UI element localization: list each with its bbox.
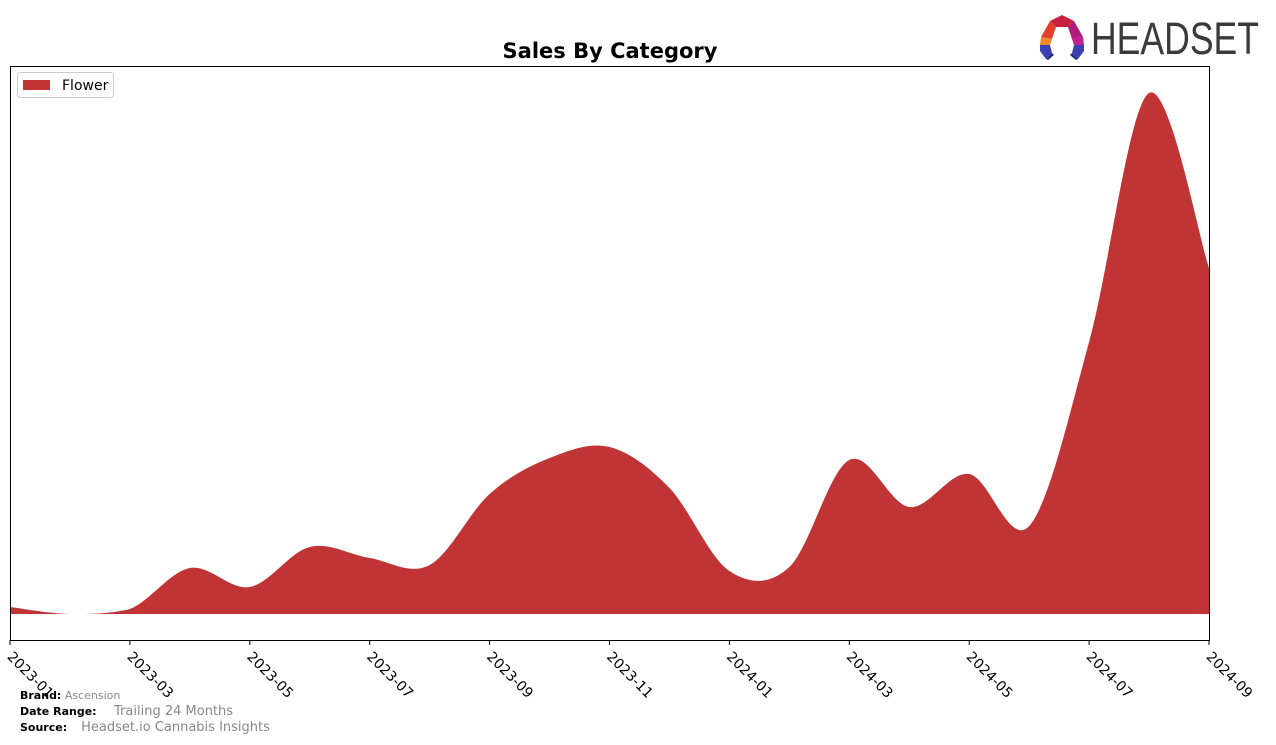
date-range-label: Date Range: xyxy=(20,705,97,718)
headset-logo-icon xyxy=(1040,15,1084,60)
legend-swatch-flower xyxy=(23,80,50,90)
sales-chart: Sales By Category 2023-01 2023-03 2023-05 2… xyxy=(4,13,1259,702)
x-tick-label: 2023-03 xyxy=(124,649,177,702)
x-tick-label: 2023-11 xyxy=(603,649,656,702)
brand-label: Brand: xyxy=(20,689,62,702)
source-label: Source: xyxy=(20,721,68,734)
x-tick-label: 2024-01 xyxy=(723,649,776,702)
x-tick-label: 2023-07 xyxy=(363,649,416,702)
source-value: Headset.io Cannabis Insights xyxy=(81,720,270,735)
legend-label-flower: Flower xyxy=(62,78,109,94)
x-tick-label: 2024-09 xyxy=(1203,649,1256,702)
footer-source: Source: Headset.io Cannabis Insights xyxy=(20,720,270,736)
date-range-value: Trailing 24 Months xyxy=(114,704,234,719)
headset-logo: HEADSET xyxy=(1040,13,1259,64)
footer-date-range: Date Range: Trailing 24 Months xyxy=(20,704,233,720)
area-series-flower xyxy=(10,92,1209,615)
headset-logo-text: HEADSET xyxy=(1091,13,1259,64)
x-tick-label: 2024-05 xyxy=(963,649,1016,702)
x-tick-label: 2024-03 xyxy=(843,649,896,702)
x-axis: 2023-01 2023-03 2023-05 2023-07 2023-09 2023-… xyxy=(4,640,1256,702)
x-tick-label: 2024-07 xyxy=(1083,649,1136,702)
footer-brand: Brand: Ascension xyxy=(20,688,120,704)
x-tick-label: 2023-05 xyxy=(243,649,296,702)
legend[interactable]: Flower xyxy=(17,72,114,98)
brand-value: Ascension xyxy=(64,689,121,702)
x-tick-label: 2023-09 xyxy=(483,649,536,702)
chart-title: Sales By Category xyxy=(503,39,718,63)
plot-area: 2023-01 2023-03 2023-05 2023-07 2023-09 2023-… xyxy=(4,66,1256,702)
